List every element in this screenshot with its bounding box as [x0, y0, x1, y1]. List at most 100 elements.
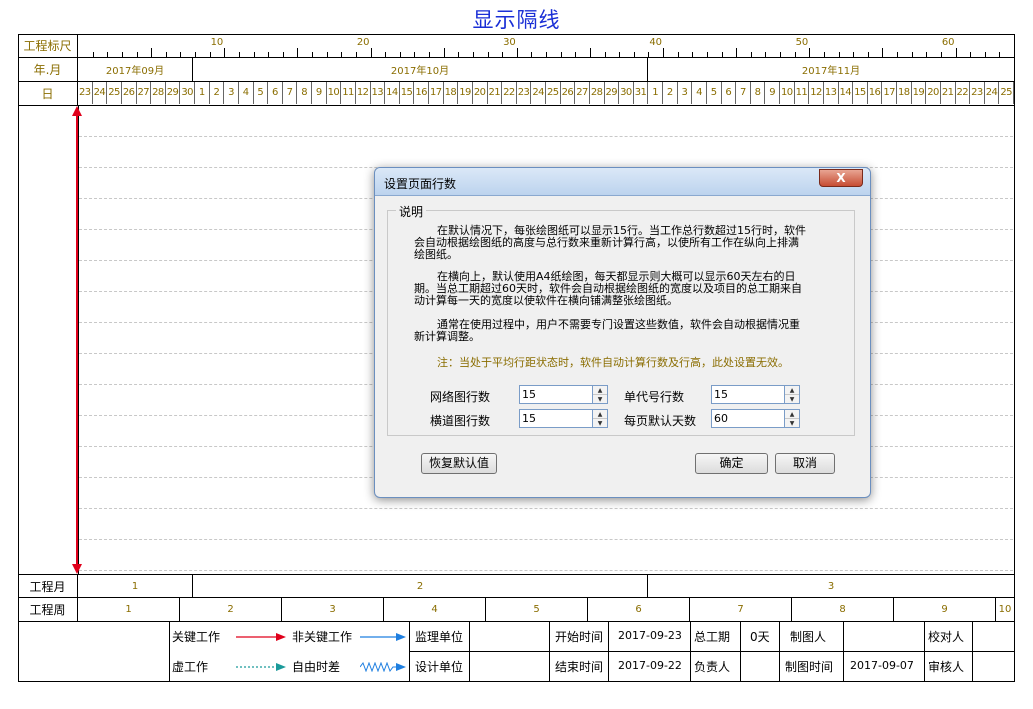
- ruler-tick: [282, 52, 284, 57]
- day-cell: 25: [999, 82, 1014, 104]
- month-label: 年.月: [18, 58, 78, 81]
- day-cell: 1: [648, 82, 663, 104]
- ruler-tick: [224, 48, 226, 57]
- project-month-cell: 2: [193, 575, 648, 597]
- draw-time-label: 制图时间: [785, 660, 834, 674]
- legend-float-label: 自由时差: [292, 660, 341, 674]
- legend-noncritical-label: 非关键工作: [292, 630, 353, 644]
- ruler-tick: [897, 52, 898, 57]
- day-cell: 7: [736, 82, 751, 104]
- day-row: 日 23 24 25 26 27 28 29 30 1 2 3 4 5 6 7 8 9 10 11 12 13 14 15 1…: [18, 82, 1015, 106]
- bar-rows-input[interactable]: [519, 409, 592, 428]
- spin-up-icon[interactable]: ▲: [593, 410, 607, 419]
- project-month-row: 工程月 1 2 3: [18, 574, 1015, 598]
- cancel-button[interactable]: 取消: [775, 453, 835, 474]
- day-cell: 24: [985, 82, 1000, 104]
- ruler-tick-label: 50: [795, 37, 809, 48]
- ruler-tick: [443, 48, 445, 57]
- day-cell: 23: [970, 82, 985, 104]
- day-cell: 8: [751, 82, 766, 104]
- ruler-tick: [955, 48, 957, 57]
- ruler-tick: [926, 52, 928, 57]
- ok-button[interactable]: 确定: [695, 453, 768, 474]
- page-rows-dialog: 设置页面行数 X 说明 在默认情况下，每张绘图纸可以显示15行。当工作总行数超过…: [374, 167, 871, 498]
- day-cell: 15: [400, 82, 415, 104]
- start-time-label: 开始时间: [555, 630, 604, 644]
- day-cell: 22: [502, 82, 517, 104]
- project-week-cell: 9: [894, 598, 996, 621]
- ruler-tick: [326, 52, 328, 57]
- ruler-tick: [984, 52, 986, 57]
- day-cell: 23: [78, 82, 93, 104]
- start-time-value: 2017-09-23: [618, 629, 682, 642]
- project-month-cell: 3: [827, 580, 835, 592]
- ruler-tick: [341, 52, 343, 57]
- single-rows-stepper[interactable]: ▲▼: [711, 385, 800, 404]
- day-cell: 19: [458, 82, 473, 104]
- day-cell: 6: [722, 82, 737, 104]
- duration-value: 0天: [750, 630, 770, 644]
- spin-down-icon[interactable]: ▼: [785, 419, 799, 428]
- day-cell: 13: [371, 82, 386, 104]
- single-rows-input[interactable]: [711, 385, 784, 404]
- ruler-tick-label: 60: [941, 37, 955, 48]
- project-week-cell: 6: [588, 598, 690, 621]
- legend-virtual-label: 虚工作: [172, 660, 209, 674]
- day-cell: 20: [926, 82, 941, 104]
- ruler-tick: [268, 52, 270, 57]
- dialog-title: 设置页面行数: [384, 177, 457, 191]
- restore-defaults-button[interactable]: 恢复默认值: [421, 453, 497, 474]
- bar-rows-stepper[interactable]: ▲▼: [519, 409, 608, 428]
- project-week-cell: 8: [792, 598, 894, 621]
- ruler-tick: [107, 52, 109, 57]
- close-button[interactable]: X: [819, 169, 863, 187]
- ruler-tick: [487, 52, 489, 57]
- ruler-tick: [136, 52, 138, 57]
- desc-para1-line3: 绘图纸。: [414, 248, 458, 261]
- days-per-page-stepper[interactable]: ▲▼: [711, 409, 800, 428]
- net-rows-stepper[interactable]: ▲▼: [519, 385, 608, 404]
- bar-rows-label: 横道图行数: [430, 414, 491, 428]
- desc-para3-line1: 通常在使用过程中，用户不需要专门设置这些数值，软件会自动根据情况重: [437, 318, 800, 331]
- ruler-tick: [867, 52, 869, 57]
- virtual-arrow-icon: [236, 663, 286, 671]
- desc-para1-line2: 会自动根据绘图纸的高度与总行数来重新计算行高，以使所有工作在纵向上排满: [414, 236, 799, 249]
- ruler-tick-label: 20: [356, 37, 370, 48]
- ruler-tick: [385, 52, 387, 57]
- spin-up-icon[interactable]: ▲: [785, 410, 799, 419]
- duration-label: 总工期: [694, 630, 731, 644]
- ruler-tick: [429, 52, 430, 57]
- day-cell: 15: [853, 82, 868, 104]
- day-cell: 18: [897, 82, 912, 104]
- ruler-tick: [195, 52, 196, 57]
- ruler-tick: [546, 52, 547, 57]
- ruler-tick: [297, 48, 299, 57]
- day-cell: 24: [531, 82, 546, 104]
- left-column-divider: [78, 106, 79, 574]
- project-week-cell: 3: [282, 598, 384, 621]
- critical-path-line: [76, 112, 78, 566]
- day-cell: 26: [561, 82, 576, 104]
- spin-up-icon[interactable]: ▲: [593, 386, 607, 395]
- designer-label: 设计单位: [415, 660, 464, 674]
- ruler-tick: [838, 52, 840, 57]
- desc-para3-line2: 新计算调整。: [414, 330, 480, 343]
- day-cell: 27: [575, 82, 590, 104]
- spin-down-icon[interactable]: ▼: [593, 419, 607, 428]
- project-week-cell: 1: [78, 598, 180, 621]
- ruler-tick: [604, 52, 606, 57]
- net-rows-input[interactable]: [519, 385, 592, 404]
- dialog-titlebar[interactable]: 设置页面行数 X: [375, 168, 870, 196]
- day-cell: 21: [941, 82, 956, 104]
- ruler-tick: [663, 48, 664, 57]
- ruler-tick: [355, 52, 357, 57]
- ruler-tick: [92, 52, 94, 57]
- day-cell: 11: [795, 82, 810, 104]
- day-cell: 16: [868, 82, 883, 104]
- spin-down-icon[interactable]: ▼: [593, 395, 607, 404]
- day-cell: 26: [122, 82, 137, 104]
- spin-down-icon[interactable]: ▼: [785, 395, 799, 404]
- days-per-page-input[interactable]: [711, 409, 784, 428]
- day-cell: 4: [692, 82, 707, 104]
- spin-up-icon[interactable]: ▲: [785, 386, 799, 395]
